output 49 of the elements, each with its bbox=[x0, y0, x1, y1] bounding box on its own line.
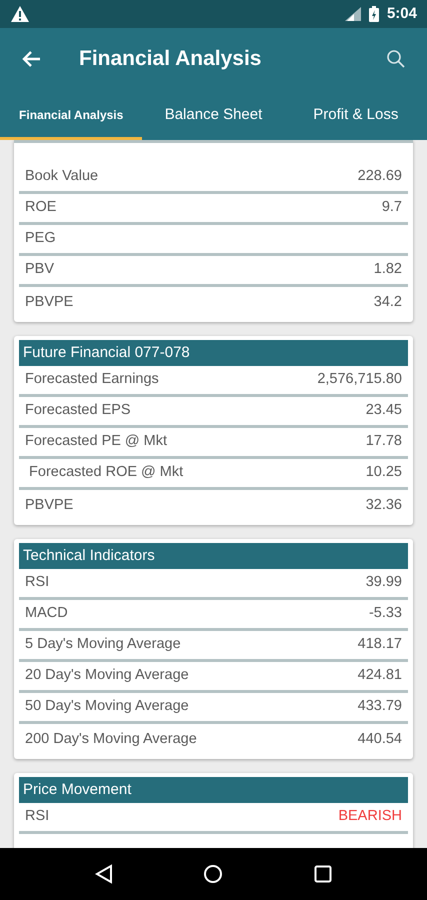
row-label: PBV bbox=[25, 260, 54, 280]
status-time: 5:04 bbox=[386, 4, 417, 24]
search-button[interactable] bbox=[385, 48, 407, 70]
row-value: 228.69 bbox=[358, 167, 402, 186]
row-label: 50 Day's Moving Average bbox=[25, 697, 189, 716]
recents-square-icon[interactable] bbox=[314, 865, 332, 883]
row-value: 433.79 bbox=[358, 697, 402, 716]
search-icon bbox=[386, 49, 406, 69]
row-label: 20 Day's Moving Average bbox=[25, 666, 189, 686]
row-label: PBVPE bbox=[25, 292, 74, 312]
tab[interactable]: Profit & Loss bbox=[284, 90, 427, 140]
row-label: PEG bbox=[25, 229, 56, 248]
row-value: 2,576,715.80 bbox=[317, 370, 402, 390]
row-label: Forecasted PE @ Mkt bbox=[25, 432, 168, 452]
screen-title: Financial Analysis bbox=[79, 46, 262, 72]
row-label: MACD bbox=[25, 604, 68, 624]
row-value: 424.81 bbox=[358, 666, 402, 686]
section-header: Technical Indicators bbox=[19, 543, 408, 569]
row-label: 5 Day's Moving Average bbox=[25, 635, 181, 654]
row-value: 17.78 bbox=[366, 432, 402, 452]
row-value: 34.2 bbox=[374, 292, 402, 312]
row-value: 418.17 bbox=[358, 635, 402, 654]
back-arrow-icon bbox=[21, 50, 41, 68]
row-value: 32.36 bbox=[366, 496, 402, 515]
battery-icon bbox=[368, 6, 379, 22]
row-value: -5.33 bbox=[368, 604, 402, 624]
row-label: Forecasted ROE @ Mkt bbox=[28, 463, 184, 482]
row-label: Forecasted Earnings bbox=[25, 370, 159, 390]
row-value: 39.99 bbox=[366, 573, 402, 592]
section-header: Future Financial 077-078 bbox=[19, 340, 408, 366]
row-value: BEARISH bbox=[338, 807, 402, 826]
row-value: 23.45 bbox=[366, 401, 402, 420]
back-triangle-icon[interactable] bbox=[95, 864, 114, 884]
row-label: RSI bbox=[25, 807, 50, 826]
row-value: 10.25 bbox=[366, 463, 402, 482]
row-value: 440.54 bbox=[358, 730, 402, 749]
row-label: ROE bbox=[25, 198, 56, 218]
row-label: RSI bbox=[25, 573, 50, 592]
row-label: PBVPE bbox=[25, 496, 74, 515]
row-label: Book Value bbox=[25, 167, 98, 186]
section-header: Price Movement bbox=[19, 777, 408, 803]
home-circle-icon[interactable] bbox=[203, 864, 224, 884]
row-label: Forecasted EPS bbox=[25, 401, 131, 420]
row-value: 1.82 bbox=[374, 260, 402, 280]
row-label: 200 Day's Moving Average bbox=[25, 730, 197, 749]
signal-icon bbox=[344, 7, 361, 21]
row-value: 9.7 bbox=[382, 198, 402, 218]
tab[interactable]: Balance Sheet bbox=[142, 90, 285, 140]
warning-icon bbox=[10, 5, 30, 23]
